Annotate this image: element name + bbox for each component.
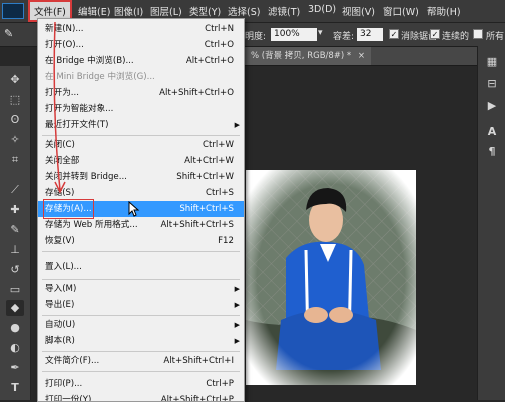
menu-item-close[interactable]: 关闭(C) Ctrl+W: [38, 137, 244, 153]
document-tab[interactable]: % (背景 拷贝, RGB/8#) * ×: [245, 47, 372, 65]
brush-tool-icon[interactable]: ✎: [4, 27, 13, 40]
tolerance-input[interactable]: 32: [357, 28, 383, 41]
menu-item-place[interactable]: 置入(L)...: [38, 259, 244, 275]
antialias-checkbox[interactable]: ✓: [389, 29, 399, 39]
submenu-arrow-icon: ▶: [234, 337, 240, 345]
menu-item-print[interactable]: 打印(P)... Ctrl+P: [38, 376, 244, 392]
menu-item-open[interactable]: 打开(O)... Ctrl+O: [38, 37, 244, 53]
all-layers-label: 所有: [486, 32, 505, 42]
mouse-cursor-icon: [128, 201, 140, 217]
menu-type[interactable]: 类型(Y): [189, 4, 221, 18]
dodge-tool-icon[interactable]: ◐: [6, 340, 24, 356]
blur-tool-icon[interactable]: ●: [6, 320, 24, 336]
menu-item-close-all[interactable]: 关闭全部 Alt+Ctrl+W: [38, 153, 244, 169]
document-canvas[interactable]: [246, 170, 416, 385]
menu-help[interactable]: 帮助(H): [427, 4, 461, 18]
menu-separator: [42, 371, 240, 372]
menu-separator: [42, 315, 240, 316]
menu-item-browse-bridge[interactable]: 在 Bridge 中浏览(B)... Alt+Ctrl+O: [38, 53, 244, 69]
history-brush-tool-icon[interactable]: ↺: [6, 262, 24, 278]
marquee-tool-icon[interactable]: ⬚: [6, 92, 24, 108]
menu-separator: [42, 251, 240, 252]
tolerance-label: 容差:: [333, 32, 355, 42]
character-panel-icon[interactable]: A: [484, 124, 500, 140]
lasso-tool-icon[interactable]: ʘ: [6, 112, 24, 128]
menu-item-automate[interactable]: 自动(U) ▶: [38, 317, 244, 333]
photo-image: [246, 170, 416, 385]
menu-item-save[interactable]: 存储(S) Ctrl+S: [38, 185, 244, 201]
all-layers-checkbox[interactable]: [473, 29, 483, 39]
opacity-input[interactable]: 100%: [271, 28, 317, 41]
menu-select[interactable]: 选择(S): [228, 4, 260, 18]
contiguous-checkbox[interactable]: ✓: [430, 29, 440, 39]
right-panel-strip: ▦ ⊟ ▶ A ¶: [477, 46, 505, 400]
menu-item-scripts[interactable]: 脚本(R) ▶: [38, 333, 244, 349]
menu-item-save-as[interactable]: 存储为(A)... Shift+Ctrl+S: [38, 199, 244, 219]
submenu-arrow-icon: ▶: [234, 321, 240, 329]
paragraph-panel-icon[interactable]: ¶: [484, 144, 500, 160]
document-tab-bar: % (背景 拷贝, RGB/8#) * ×: [245, 47, 505, 66]
magic-wand-tool-icon[interactable]: ✧: [6, 132, 24, 148]
paint-bucket-tool-icon[interactable]: ◆: [6, 300, 24, 316]
pen-tool-icon[interactable]: ✒: [6, 360, 24, 376]
eraser-tool-icon[interactable]: ▭: [6, 282, 24, 298]
crop-tool-icon[interactable]: ⌗: [6, 152, 24, 168]
menu-3d[interactable]: 3D(D): [308, 4, 336, 15]
menu-separator: [42, 351, 240, 352]
type-tool-icon[interactable]: T: [6, 380, 24, 396]
contiguous-label: 连续的: [442, 32, 470, 42]
menu-item-recent-files[interactable]: 最近打开文件(T) ▶: [38, 117, 244, 133]
menu-item-open-as-smart-object[interactable]: 打开为智能对象...: [38, 101, 244, 117]
properties-panel-icon[interactable]: ⊟: [484, 76, 500, 92]
file-menu-dropdown: 新建(N)... Ctrl+N 打开(O)... Ctrl+O 在 Bridge 中…: [37, 18, 245, 402]
menu-item-new[interactable]: 新建(N)... Ctrl+N: [38, 21, 244, 37]
menu-view[interactable]: 视图(V): [342, 4, 375, 18]
move-tool-icon[interactable]: ✥: [6, 72, 24, 88]
menu-item-browse-mini-bridge: 在 Mini Bridge 中浏览(G)...: [45, 72, 155, 82]
document-tab-title: % (背景 拷贝, RGB/8#) *: [251, 51, 352, 61]
menu-item-file-info[interactable]: 文件简介(F)... Alt+Shift+Ctrl+I: [38, 353, 244, 369]
history-panel-icon[interactable]: ▦: [484, 54, 500, 70]
menu-edit[interactable]: 编辑(E): [78, 4, 110, 18]
menu-window[interactable]: 窗口(W): [383, 4, 419, 18]
brush-tool-icon[interactable]: ✎: [6, 222, 24, 238]
tools-panel: ✥ ⬚ ʘ ✧ ⌗ ⟋ ✚ ✎ ⊥ ↺ ▭ ◆ ● ◐ ✒ T: [0, 66, 31, 400]
submenu-arrow-icon: ▶: [234, 301, 240, 309]
menu-image[interactable]: 图像(I): [114, 4, 143, 18]
healing-brush-tool-icon[interactable]: ✚: [6, 202, 24, 218]
close-icon[interactable]: ×: [358, 51, 365, 61]
submenu-arrow-icon: ▶: [234, 121, 240, 129]
menu-item-import[interactable]: 导入(M) ▶: [38, 281, 244, 297]
actions-panel-icon[interactable]: ▶: [484, 98, 500, 114]
opacity-label: 明度:: [245, 32, 267, 42]
photoshop-logo-icon[interactable]: [2, 3, 24, 19]
clone-stamp-tool-icon[interactable]: ⊥: [6, 242, 24, 258]
menu-separator: [42, 279, 240, 280]
menu-item-save-for-web[interactable]: 存储为 Web 所用格式... Alt+Shift+Ctrl+S: [38, 217, 244, 233]
opacity-dropdown-icon[interactable]: ▾: [318, 28, 323, 38]
menu-separator: [42, 135, 240, 136]
eyedropper-tool-icon[interactable]: ⟋: [6, 182, 24, 198]
menu-item-open-as[interactable]: 打开为... Alt+Shift+Ctrl+O: [38, 85, 244, 101]
menu-layer[interactable]: 图层(L): [150, 4, 182, 18]
menu-item-close-go-bridge[interactable]: 关闭并转到 Bridge... Shift+Ctrl+W: [38, 169, 244, 185]
menu-item-revert[interactable]: 恢复(V) F12: [38, 233, 244, 249]
menu-item-export[interactable]: 导出(E) ▶: [38, 297, 244, 313]
menu-filter[interactable]: 滤镜(T): [268, 4, 300, 18]
submenu-arrow-icon: ▶: [234, 285, 240, 293]
menu-item-print-one-copy[interactable]: 打印一份(Y) Alt+Shift+Ctrl+P: [38, 392, 244, 401]
